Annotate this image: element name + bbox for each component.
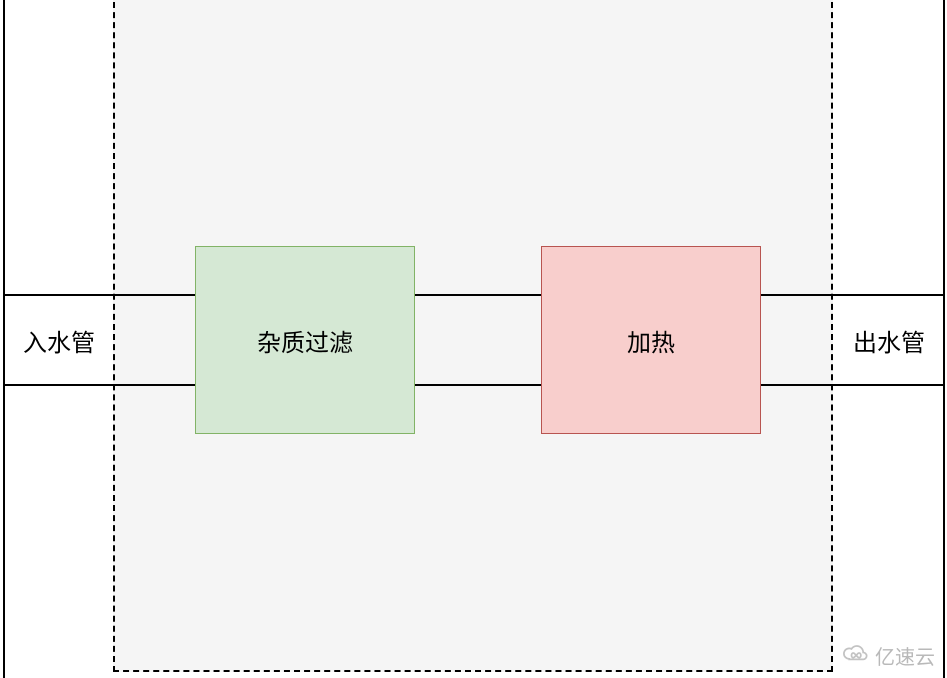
diagram-canvas: 入水管 杂质过滤 加热 出水管 亿速云 [0,0,947,678]
pipe [3,294,945,386]
input-pipe-label: 入水管 [5,294,113,386]
filter-stage: 杂质过滤 [195,246,415,434]
input-label: 入水管 [23,323,95,358]
filter-stage-label: 杂质过滤 [257,323,353,358]
output-label: 出水管 [853,323,925,358]
heat-stage: 加热 [541,246,761,434]
output-pipe-label: 出水管 [835,294,943,386]
heat-stage-label: 加热 [627,323,675,358]
